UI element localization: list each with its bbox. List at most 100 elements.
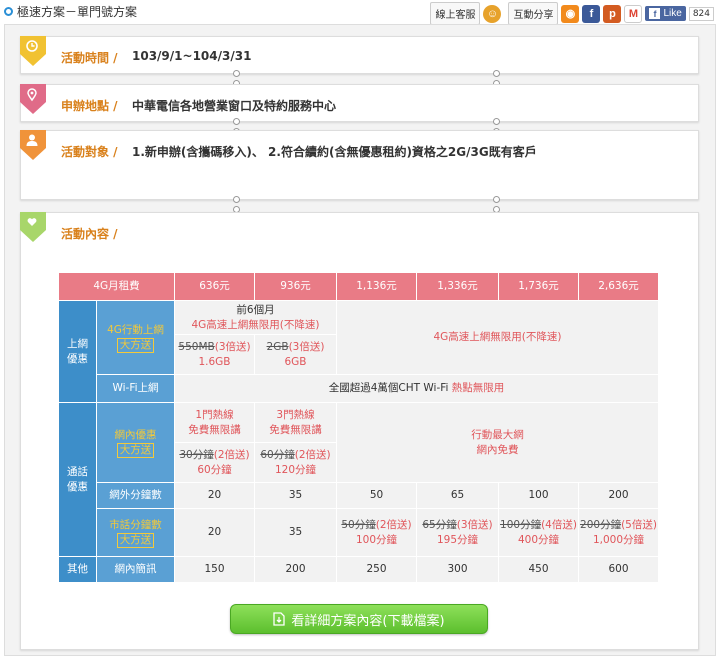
table-cell: 20 (174, 482, 255, 509)
download-plan-button[interactable]: 看詳細方案內容(下載檔案) (230, 604, 488, 634)
gmail-icon[interactable]: M (624, 4, 643, 23)
row-label: 市話分鐘數 大方送 (96, 508, 175, 557)
cell-text: 200分鐘 (580, 518, 622, 531)
heart-icon (20, 212, 46, 242)
binder-ring (233, 196, 240, 203)
breadcrumb-text: 極速方案－單門號方案 (17, 5, 138, 19)
table-cell: 100 (498, 482, 579, 509)
breadcrumb: 極速方案－單門號方案 (4, 3, 137, 20)
cell-text: 100分鐘 (355, 533, 398, 546)
cell-text: (3倍送) (214, 340, 251, 353)
table-cell: 3門熱線 免費無限講 (254, 402, 337, 443)
label-text: 市話分鐘數 (109, 518, 162, 531)
cell-text: (3倍送) (288, 340, 325, 353)
label-text: 4G行動上網 (107, 323, 164, 336)
cell-text: 1.6GB (198, 355, 231, 368)
header-cell: 2,636元 (578, 272, 659, 301)
binder-ring (493, 196, 500, 203)
table-cell: 前6個月 4G高速上網無限用(不降速) (174, 300, 337, 335)
cell-text: (2倍送) (294, 448, 331, 461)
section-location: 申辦地點 / 中華電信各地營業窗口及特約服務中心 (20, 84, 699, 122)
section-period: 活動時間 / 103/9/1~104/3/31 (20, 36, 699, 74)
cell-text: 50分鐘 (341, 518, 376, 531)
cell-text: 行動最大網 (471, 428, 524, 441)
cell-text: 400分鐘 (517, 533, 560, 546)
row-label: 網內簡訊 (96, 556, 175, 583)
row-label: 網外分鐘數 (96, 482, 175, 509)
section-title: 申辦地點 / (61, 99, 118, 113)
download-file-icon (273, 612, 286, 626)
cell-text: (4倍送) (541, 518, 577, 531)
table-cell: 50 (336, 482, 417, 509)
table-cell: 65分鐘(3倍送) 195分鐘 (416, 508, 499, 557)
section-title: 活動內容 / (61, 227, 118, 241)
cell-text: (2倍送) (375, 518, 412, 531)
section-value: 103/9/1~104/3/31 (132, 49, 252, 63)
table-cell: 550MB(3倍送) 1.6GB (174, 334, 255, 375)
person-icon (20, 130, 46, 160)
binder-ring (493, 118, 500, 125)
cell-text: 網內免費 (476, 443, 519, 456)
cell-text: 1門熱線 (195, 408, 234, 421)
location-pin-icon (20, 84, 46, 114)
category-cell: 通話 優惠 (58, 402, 97, 557)
promo-badge: 大方送 (116, 337, 155, 353)
header-cell: 1,736元 (498, 272, 579, 301)
table-row: Wi-Fi上網 全國超過4萬個CHT Wi-Fi 熱點無限用 (59, 374, 659, 403)
facebook-like-button[interactable]: f Like (645, 6, 686, 21)
header-cell: 936元 (254, 272, 337, 301)
facebook-icon[interactable]: f (582, 4, 601, 23)
online-service-button[interactable]: 線上客服 (430, 2, 481, 25)
table-cell: 250 (336, 556, 417, 583)
table-cell: 200 (578, 482, 659, 509)
cell-text: (5倍送) (621, 518, 657, 531)
cell-text: 6GB (284, 355, 307, 368)
table-row: 市話分鐘數 大方送 20 35 50分鐘(2倍送) 100分鐘 65分鐘(3倍送… (59, 508, 659, 557)
cell-text: 60分鐘 (197, 463, 232, 476)
section-value: 中華電信各地營業窗口及特約服務中心 (132, 99, 337, 113)
promo-badge: 大方送 (116, 442, 155, 458)
plurk-icon[interactable]: p (603, 4, 622, 23)
section-target: 活動對象 / 1.新申辦(含攜碼移入)、 2.符合續約(含無優惠租約)資格之2G… (20, 130, 699, 200)
table-cell: 65 (416, 482, 499, 509)
table-cell: 60分鐘(2倍送) 120分鐘 (254, 442, 337, 483)
cell-text: 熱點無限用 (451, 382, 505, 394)
plan-table: 4G月租費 636元 936元 1,136元 1,336元 1,736元 2,6… (58, 272, 659, 583)
table-row: 通話 優惠 網內優惠 大方送 1門熱線 免費無限講 3門熱線 免費無限講 行動最… (58, 402, 659, 557)
cell-text: 2GB (266, 340, 289, 353)
rss-icon[interactable]: ◉ (561, 4, 580, 23)
row-label: 網內優惠 大方送 (96, 402, 175, 483)
table-cell: 100分鐘(4倍送) 400分鐘 (498, 508, 579, 557)
category-cell: 上網 優惠 (58, 300, 97, 403)
table-cell: 200 (254, 556, 337, 583)
clock-icon (20, 36, 46, 66)
cell-text: 4G高速上網無限用(不降速) (191, 318, 320, 331)
header-cell: 4G月租費 (58, 272, 175, 301)
cell-text: 前6個月 (236, 303, 275, 316)
table-cell: 20 (174, 508, 255, 557)
table-cell: 35 (254, 508, 337, 557)
cell-text: 120分鐘 (274, 463, 317, 476)
cell-text: 3門熱線 (276, 408, 315, 421)
header-cell: 1,136元 (336, 272, 417, 301)
table-cell: 4G高速上網無限用(不降速) (336, 300, 659, 375)
header-cell: 1,336元 (416, 272, 499, 301)
label-text: 網內優惠 (114, 428, 157, 441)
cell-text: 免費無限講 (269, 423, 322, 436)
cell-text: 65分鐘 (422, 518, 457, 531)
table-row: 其他 網內簡訊 150 200 250 300 450 600 (58, 556, 659, 583)
customer-service-icon[interactable]: ☺ (483, 4, 502, 23)
circle-bullet-icon (4, 7, 13, 16)
cell-text: 30分鐘 (179, 448, 214, 461)
cell-text: 1,000分鐘 (592, 533, 645, 546)
promo-badge: 大方送 (116, 532, 155, 548)
section-value: 1.新申辦(含攜碼移入)、 2.符合續約(含無優惠租約)資格之2G/3G既有客戶 (132, 145, 537, 159)
cell-text: 550MB (178, 340, 215, 353)
table-cell: 全國超過4萬個CHT Wi-Fi 熱點無限用 (174, 374, 659, 403)
table-cell: 450 (498, 556, 579, 583)
table-cell: 200分鐘(5倍送) 1,000分鐘 (578, 508, 659, 557)
binder-ring (233, 70, 240, 77)
table-cell: 35 (254, 482, 337, 509)
cell-text: 100分鐘 (500, 518, 542, 531)
table-cell: 2GB(3倍送) 6GB (254, 334, 337, 375)
